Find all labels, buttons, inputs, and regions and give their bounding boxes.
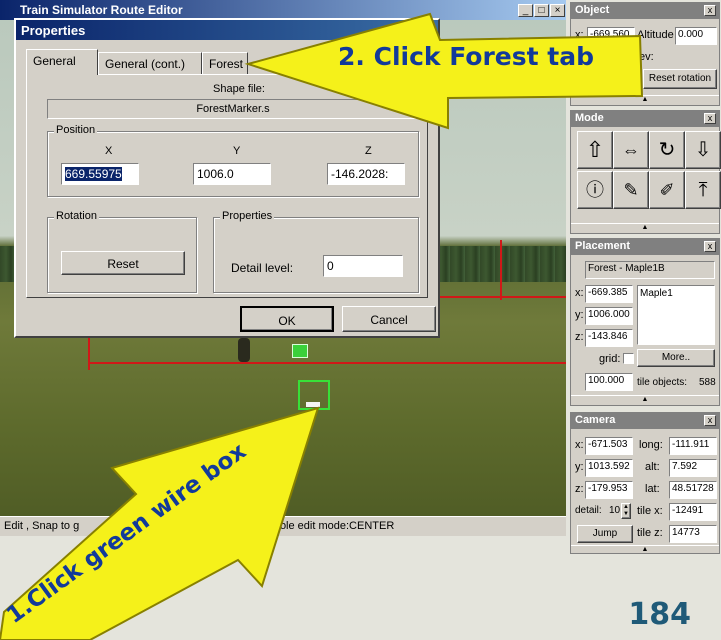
arrow-forest-tab: [244, 12, 644, 130]
tab-general[interactable]: General: [26, 49, 98, 75]
page-number: 184: [628, 597, 691, 632]
step-2-label: 2. Click Forest tab: [338, 42, 595, 71]
